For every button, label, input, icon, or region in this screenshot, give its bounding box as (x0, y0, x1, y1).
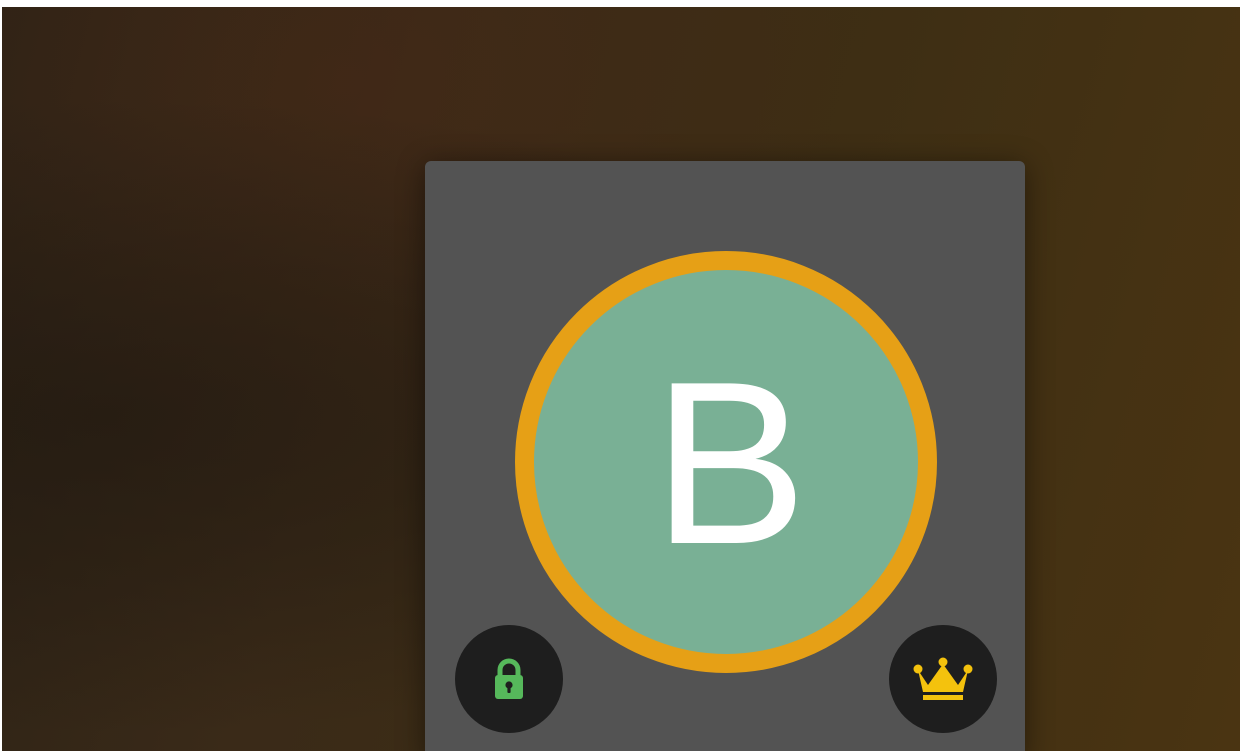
background: B (2, 7, 1240, 751)
avatar-initial: B (652, 334, 808, 593)
crown-icon (913, 657, 973, 700)
lock-badge[interactable] (455, 625, 563, 733)
profile-card: B (425, 161, 1025, 751)
crown-badge[interactable] (889, 625, 997, 733)
avatar[interactable]: B (515, 251, 937, 673)
lock-icon (495, 658, 523, 699)
